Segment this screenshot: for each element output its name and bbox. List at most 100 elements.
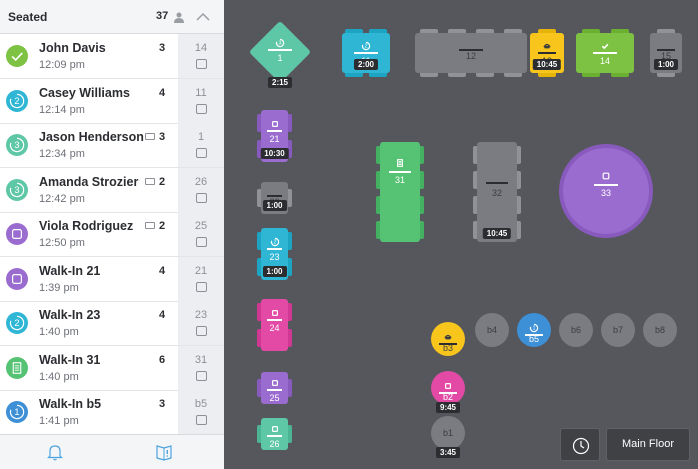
bell-icon[interactable] [46, 443, 64, 466]
table-number: b7 [612, 325, 623, 336]
table-1[interactable]: 3 1 2:15 [248, 20, 312, 88]
guest-row[interactable]: 3 Amanda Strozier 12:42 pm 2 26 [0, 167, 224, 213]
table-25[interactable]: 25 [257, 372, 292, 404]
party-size: 3 [159, 398, 166, 410]
guest-name: Walk-In 21 [39, 263, 101, 278]
elapsed-timer: 10:45 [532, 59, 562, 70]
table-number: 14 [194, 42, 208, 54]
floor-select-button[interactable]: Main Floor [606, 428, 690, 461]
seated-time: 12:50 pm [39, 237, 85, 249]
clock-button[interactable] [560, 428, 600, 461]
svg-text:2: 2 [365, 43, 368, 49]
table-b5[interactable]: 1 b5 [517, 313, 551, 347]
table-number: 1 [277, 53, 283, 64]
table-15[interactable]: 15 1:00 [650, 29, 682, 77]
table-b7[interactable]: b7 [601, 313, 635, 347]
table-number: 23 [269, 252, 280, 263]
seated-time: 1:40 pm [39, 370, 79, 383]
sidebar-footer [0, 434, 224, 469]
table-number: b5 [528, 334, 539, 345]
party-size: 2 [159, 175, 166, 188]
table-number: b8 [654, 325, 665, 336]
table-26[interactable]: 26 [257, 418, 292, 450]
table-22[interactable]: 221:00 [257, 182, 292, 214]
assigned-table[interactable]: 26 [178, 167, 224, 212]
assigned-table[interactable]: 23 [178, 301, 224, 345]
progress-bar [267, 130, 282, 133]
progress-bar [537, 51, 557, 54]
chevron-up-icon[interactable] [196, 9, 210, 27]
table-13[interactable]: 1310:45 [530, 29, 564, 77]
table-21[interactable]: 21 10:30 [257, 110, 292, 162]
guest-row[interactable]: Viola Rodriguez 12:50 pm 2 25 [0, 212, 224, 257]
assigned-table[interactable]: 14 [178, 34, 224, 78]
table-32[interactable]: 32 10:45 [473, 142, 521, 242]
status-course-2-icon: 2 [269, 235, 281, 253]
table-icon [196, 415, 207, 425]
assigned-table[interactable]: 11 [178, 78, 224, 123]
assigned-table[interactable]: 1 [178, 123, 224, 167]
guest-row[interactable]: 3 Jason Henderson 12:34 pm 3 1 [0, 123, 224, 168]
table-11[interactable]: 2112:00 [342, 29, 390, 77]
guest-row[interactable]: John Davis 12:09 pm 3 14 [0, 34, 224, 79]
table-number: 32 [491, 188, 502, 198]
table-number: b4 [486, 325, 497, 336]
guest-row[interactable]: 1 Walk-In b5 1:41 pm 3 b5 [0, 390, 224, 434]
table-b3[interactable]: b3 [431, 322, 465, 356]
table-number: 33 [600, 187, 611, 198]
table-24[interactable]: 24 [257, 299, 292, 351]
table-number: 25 [194, 220, 208, 232]
status-course-3-icon: 3 [6, 134, 28, 156]
sidebar-header[interactable]: Seated 37 [0, 0, 224, 34]
book-alert-icon[interactable] [155, 443, 173, 466]
elapsed-timer: 2:00 [353, 59, 379, 70]
seated-time: 1:39 pm [39, 281, 79, 294]
table-23[interactable]: 2 23 1:00 [257, 228, 292, 280]
assigned-table[interactable]: 25 [178, 212, 224, 256]
progress-bar [268, 49, 292, 52]
status-plate-icon [269, 422, 281, 440]
guest-row[interactable]: 2 Casey Williams 12:14 pm 4 11 [0, 78, 224, 124]
table-33[interactable]: 33 [563, 148, 649, 234]
seated-time: 12:42 pm [39, 192, 85, 205]
elapsed-timer: 10:45 [482, 228, 512, 239]
svg-text:3: 3 [279, 41, 282, 47]
table-14[interactable]: 14 [576, 29, 634, 77]
guest-name: Walk-In 31 [39, 352, 101, 367]
elapsed-timer: 1:00 [653, 59, 679, 70]
table-number: 21 [194, 264, 208, 277]
svg-text:2: 2 [14, 96, 19, 106]
table-number: 31 [394, 175, 405, 185]
status-course-3-icon: 3 [6, 178, 28, 201]
party-size: 4 [159, 86, 166, 99]
table-b6[interactable]: b6 [559, 313, 593, 347]
table-31[interactable]: 31 [376, 142, 424, 242]
table-number: 21 [269, 134, 280, 145]
assigned-table[interactable]: b5 [178, 390, 224, 434]
assigned-table[interactable]: 21 [178, 256, 224, 301]
elapsed-timer: 2:15 [267, 77, 293, 88]
table-icon [196, 326, 207, 336]
table-number: b5 [194, 398, 208, 410]
table-b4[interactable]: b4 [475, 313, 509, 347]
status-dessert-icon [541, 39, 553, 57]
svg-text:1: 1 [533, 326, 536, 332]
status-check-icon [599, 39, 611, 57]
table-b1[interactable]: b1 3:45 [431, 416, 465, 458]
progress-bar [593, 51, 617, 54]
table-number: b2 [442, 392, 453, 403]
table-b8[interactable]: b8 [643, 313, 677, 347]
elapsed-timer: 9:45 [435, 402, 461, 413]
party-size: 2 [159, 220, 166, 232]
table-12[interactable]: 12 [415, 29, 527, 77]
guest-row[interactable]: 2 Walk-In 23 1:40 pm 4 23 [0, 301, 224, 346]
table-b2[interactable]: b2 9:45 [431, 371, 465, 413]
guest-name: Jason Henderson [39, 130, 144, 144]
progress-bar [389, 171, 411, 173]
guest-row[interactable]: Walk-In 31 1:40 pm 6 31 [0, 345, 224, 391]
seated-time: 1:40 pm [39, 326, 79, 338]
seated-time: 12:09 pm [39, 59, 85, 71]
assigned-table[interactable]: 31 [178, 345, 224, 390]
table-number: 23 [194, 309, 208, 321]
guest-row[interactable]: Walk-In 21 1:39 pm 4 21 [0, 256, 224, 302]
